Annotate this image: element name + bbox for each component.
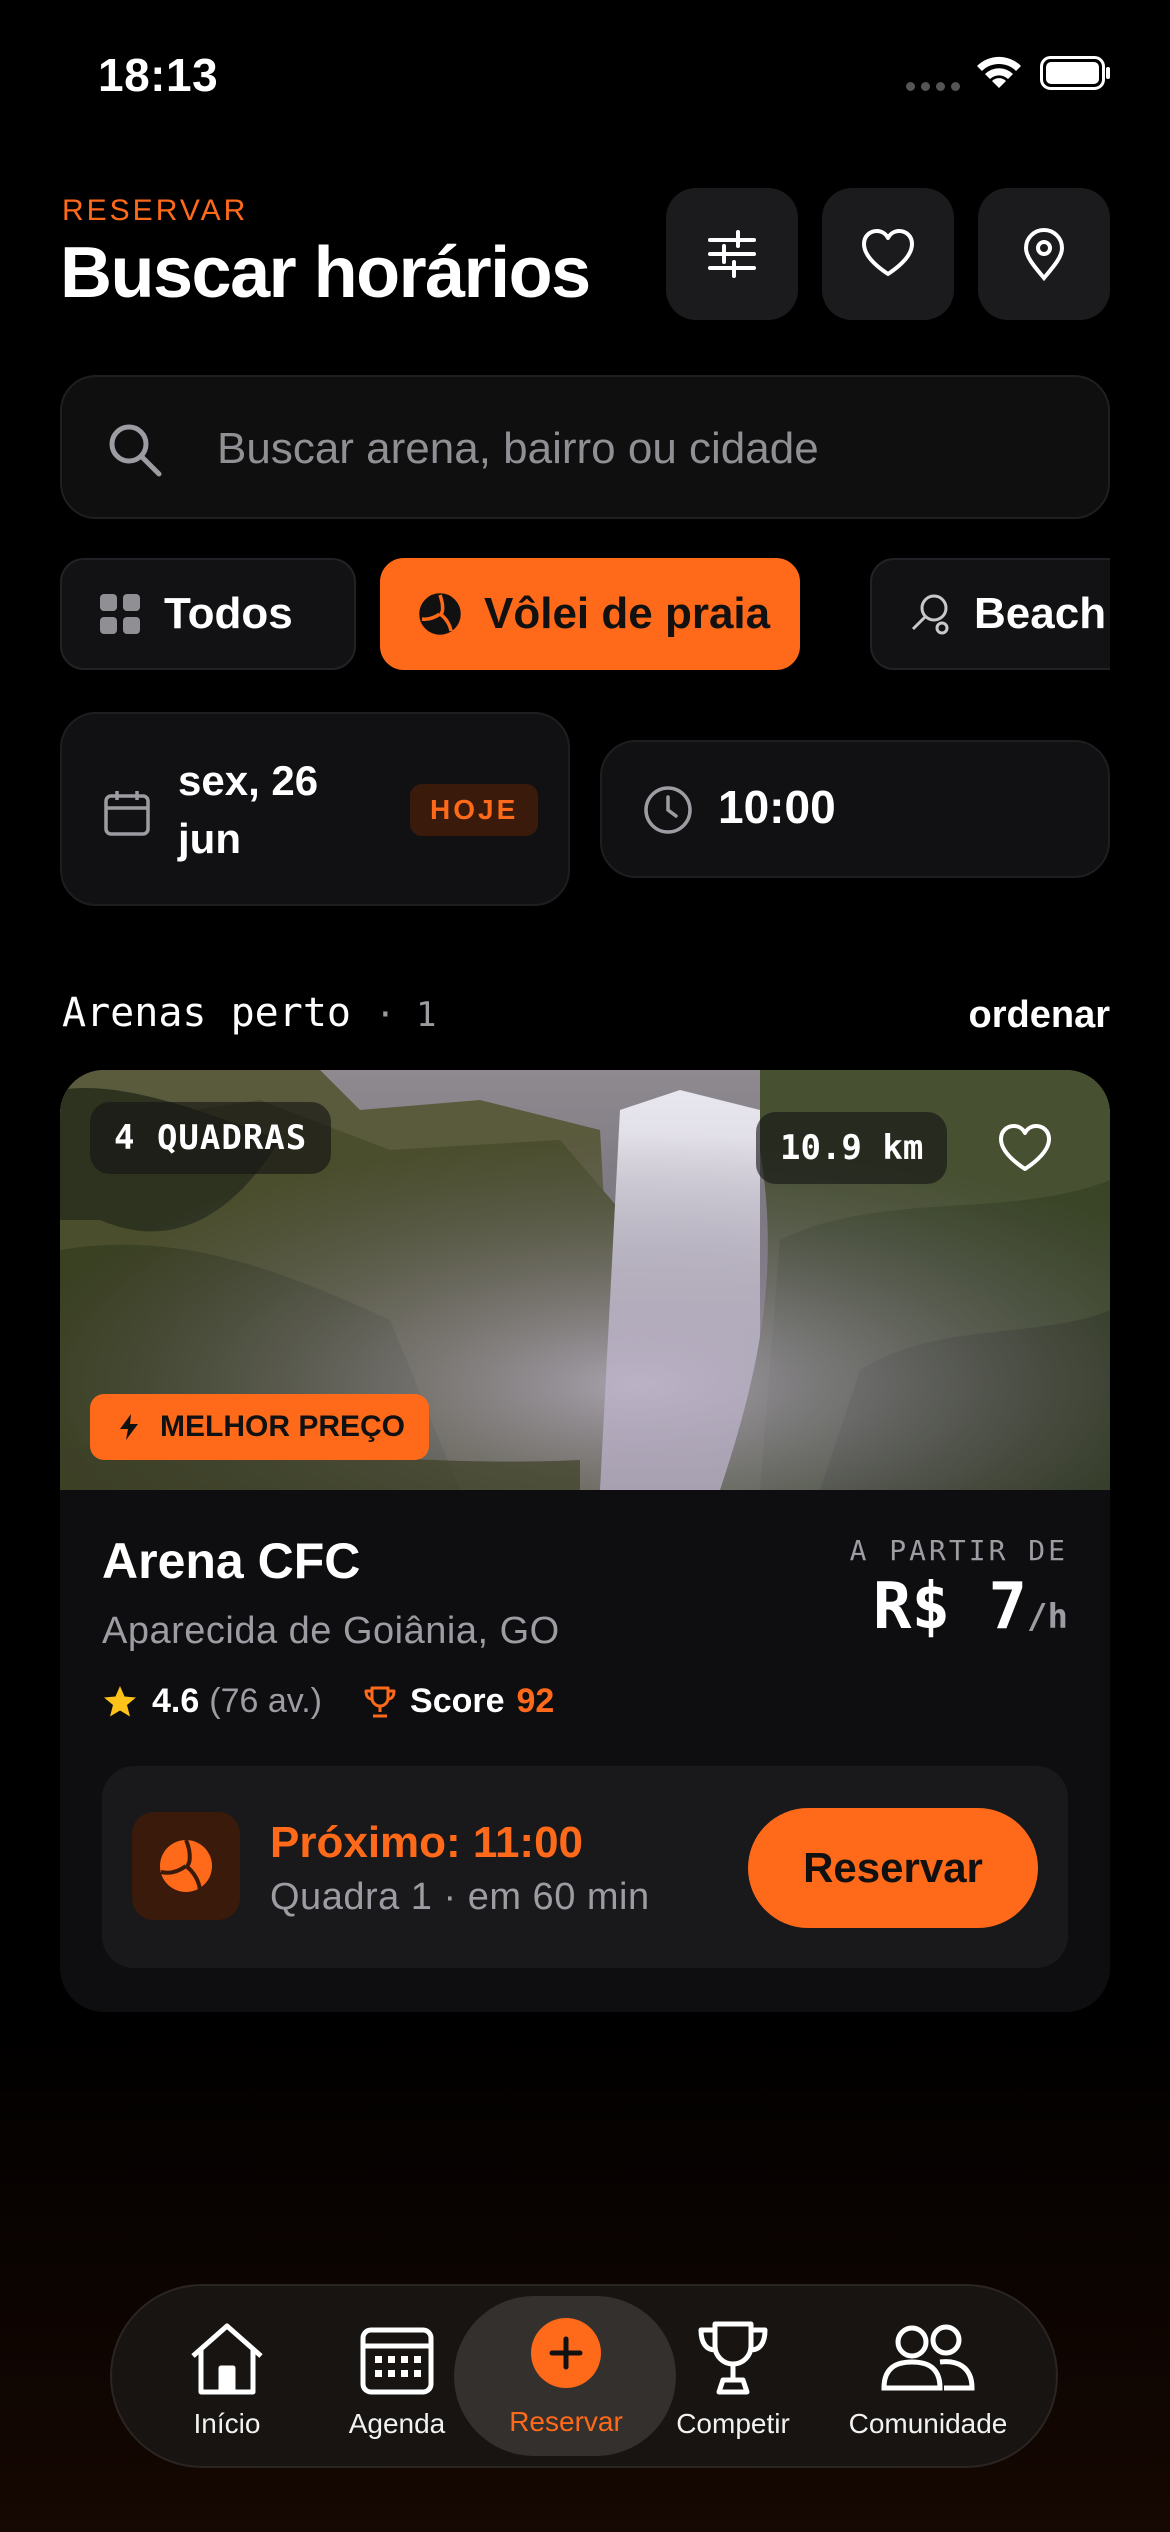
date-picker[interactable]: sex, 26 jun HOJE bbox=[60, 712, 570, 906]
volleyball-icon bbox=[160, 1839, 212, 1892]
plus-icon bbox=[549, 2336, 583, 2370]
sport-filter-chips: Todos Vôlei de praia Beach bbox=[60, 558, 1110, 672]
clock-icon bbox=[644, 786, 692, 834]
tab-agenda[interactable]: Agenda bbox=[332, 2286, 462, 2470]
page-title: Buscar horários bbox=[60, 233, 591, 313]
tab-comunidade[interactable]: Comunidade bbox=[828, 2286, 1028, 2470]
cellular-signal-icon bbox=[906, 82, 960, 91]
tab-label: Competir bbox=[676, 2408, 790, 2439]
tab-competir[interactable]: Competir bbox=[668, 2286, 798, 2470]
search-icon bbox=[109, 424, 162, 477]
heart-icon bbox=[862, 229, 914, 276]
price-amount: R$ 7 bbox=[872, 1570, 1028, 1644]
arena-card[interactable]: 4 QUADRAS 10.9 km MELHOR PREÇO Arena CFC… bbox=[60, 1070, 1110, 2012]
section-count: · 1 bbox=[375, 995, 437, 1035]
rating-value: 4.6 bbox=[152, 1682, 200, 1720]
price-unit: /h bbox=[1027, 1597, 1068, 1637]
distance-badge: 10.9 km bbox=[756, 1112, 948, 1184]
tab-label: Início bbox=[193, 2408, 261, 2439]
arena-meta: 4.6 (76 av.) Score 92 bbox=[102, 1682, 554, 1721]
racket-icon bbox=[911, 594, 949, 635]
chip-label: Beach bbox=[974, 589, 1107, 638]
sort-button[interactable]: ordenar bbox=[969, 994, 1110, 1037]
arena-name: Arena CFC bbox=[102, 1533, 361, 1589]
search-bar[interactable] bbox=[60, 375, 1110, 519]
chip-beach[interactable]: Beach bbox=[870, 558, 1110, 670]
today-badge: HOJE bbox=[410, 784, 539, 836]
users-icon bbox=[881, 2324, 975, 2391]
score-label: Score bbox=[410, 1682, 505, 1720]
plus-circle bbox=[531, 2318, 601, 2388]
section-title-text: Arenas perto bbox=[62, 990, 351, 1036]
date-label: sex, 26 jun bbox=[178, 757, 319, 862]
courts-badge: 4 QUADRAS bbox=[90, 1102, 332, 1174]
best-price-label: MELHOR PREÇO bbox=[160, 1410, 406, 1443]
review-count: (76 av.) bbox=[209, 1682, 323, 1720]
volleyball-icon bbox=[419, 593, 461, 635]
tab-label: Reservar bbox=[509, 2406, 623, 2437]
status-time: 18:13 bbox=[98, 49, 219, 101]
chip-label: Vôlei de praia bbox=[484, 589, 771, 638]
tab-reservar[interactable]: Reservar bbox=[472, 2286, 660, 2470]
heart-icon bbox=[999, 1124, 1051, 1171]
sliders-icon bbox=[708, 230, 756, 278]
tab-label: Comunidade bbox=[848, 2408, 1008, 2439]
calendar-icon bbox=[360, 2327, 434, 2395]
calendar-icon bbox=[104, 791, 150, 836]
score-value: 92 bbox=[516, 1682, 555, 1720]
chip-volei-de-praia[interactable]: Vôlei de praia bbox=[380, 558, 800, 670]
section-title: Arenas perto · 1 bbox=[62, 990, 437, 1036]
battery-icon bbox=[1040, 56, 1110, 90]
search-input[interactable] bbox=[217, 417, 1077, 481]
time-picker[interactable]: 10:00 bbox=[600, 740, 1110, 878]
location-button[interactable] bbox=[978, 188, 1110, 320]
reserve-button[interactable]: Reservar bbox=[748, 1808, 1038, 1928]
next-slot-icon-box bbox=[132, 1812, 240, 1920]
tab-inicio[interactable]: Início bbox=[172, 2286, 282, 2470]
trophy-icon bbox=[698, 2321, 768, 2395]
favorite-arena-button[interactable] bbox=[988, 1112, 1062, 1186]
next-slot-time: Próximo: 11:00 bbox=[270, 1818, 584, 1867]
best-price-badge: MELHOR PREÇO bbox=[90, 1394, 430, 1460]
location-pin-icon bbox=[1023, 228, 1065, 282]
bottom-tab-bar: Início Agenda Reservar Competir Comunida… bbox=[110, 2284, 1058, 2468]
price-caption: A PARTIR DE bbox=[849, 1534, 1068, 1567]
trophy-icon bbox=[364, 1686, 396, 1717]
arena-city: Aparecida de Goiânia, GO bbox=[102, 1610, 560, 1652]
next-slot: Próximo: 11:00 Quadra 1 · em 60 min Rese… bbox=[102, 1766, 1068, 1968]
time-label: 10:00 bbox=[718, 781, 836, 833]
section-eyebrow: RESERVAR bbox=[62, 194, 249, 227]
filter-button[interactable] bbox=[666, 188, 798, 320]
chip-label: Todos bbox=[164, 589, 293, 638]
wifi-icon bbox=[977, 56, 1021, 88]
tab-label: Agenda bbox=[348, 2408, 446, 2439]
price-value: R$ 7/h bbox=[873, 1570, 1068, 1644]
next-slot-detail: Quadra 1 · em 60 min bbox=[270, 1876, 650, 1918]
home-icon bbox=[191, 2323, 263, 2395]
star-icon bbox=[104, 1685, 136, 1716]
lightning-icon bbox=[120, 1414, 138, 1440]
status-bar: 18:13 bbox=[0, 0, 1170, 150]
chip-todos[interactable]: Todos bbox=[60, 558, 356, 670]
favorites-button[interactable] bbox=[822, 188, 954, 320]
grid-icon bbox=[100, 594, 140, 634]
